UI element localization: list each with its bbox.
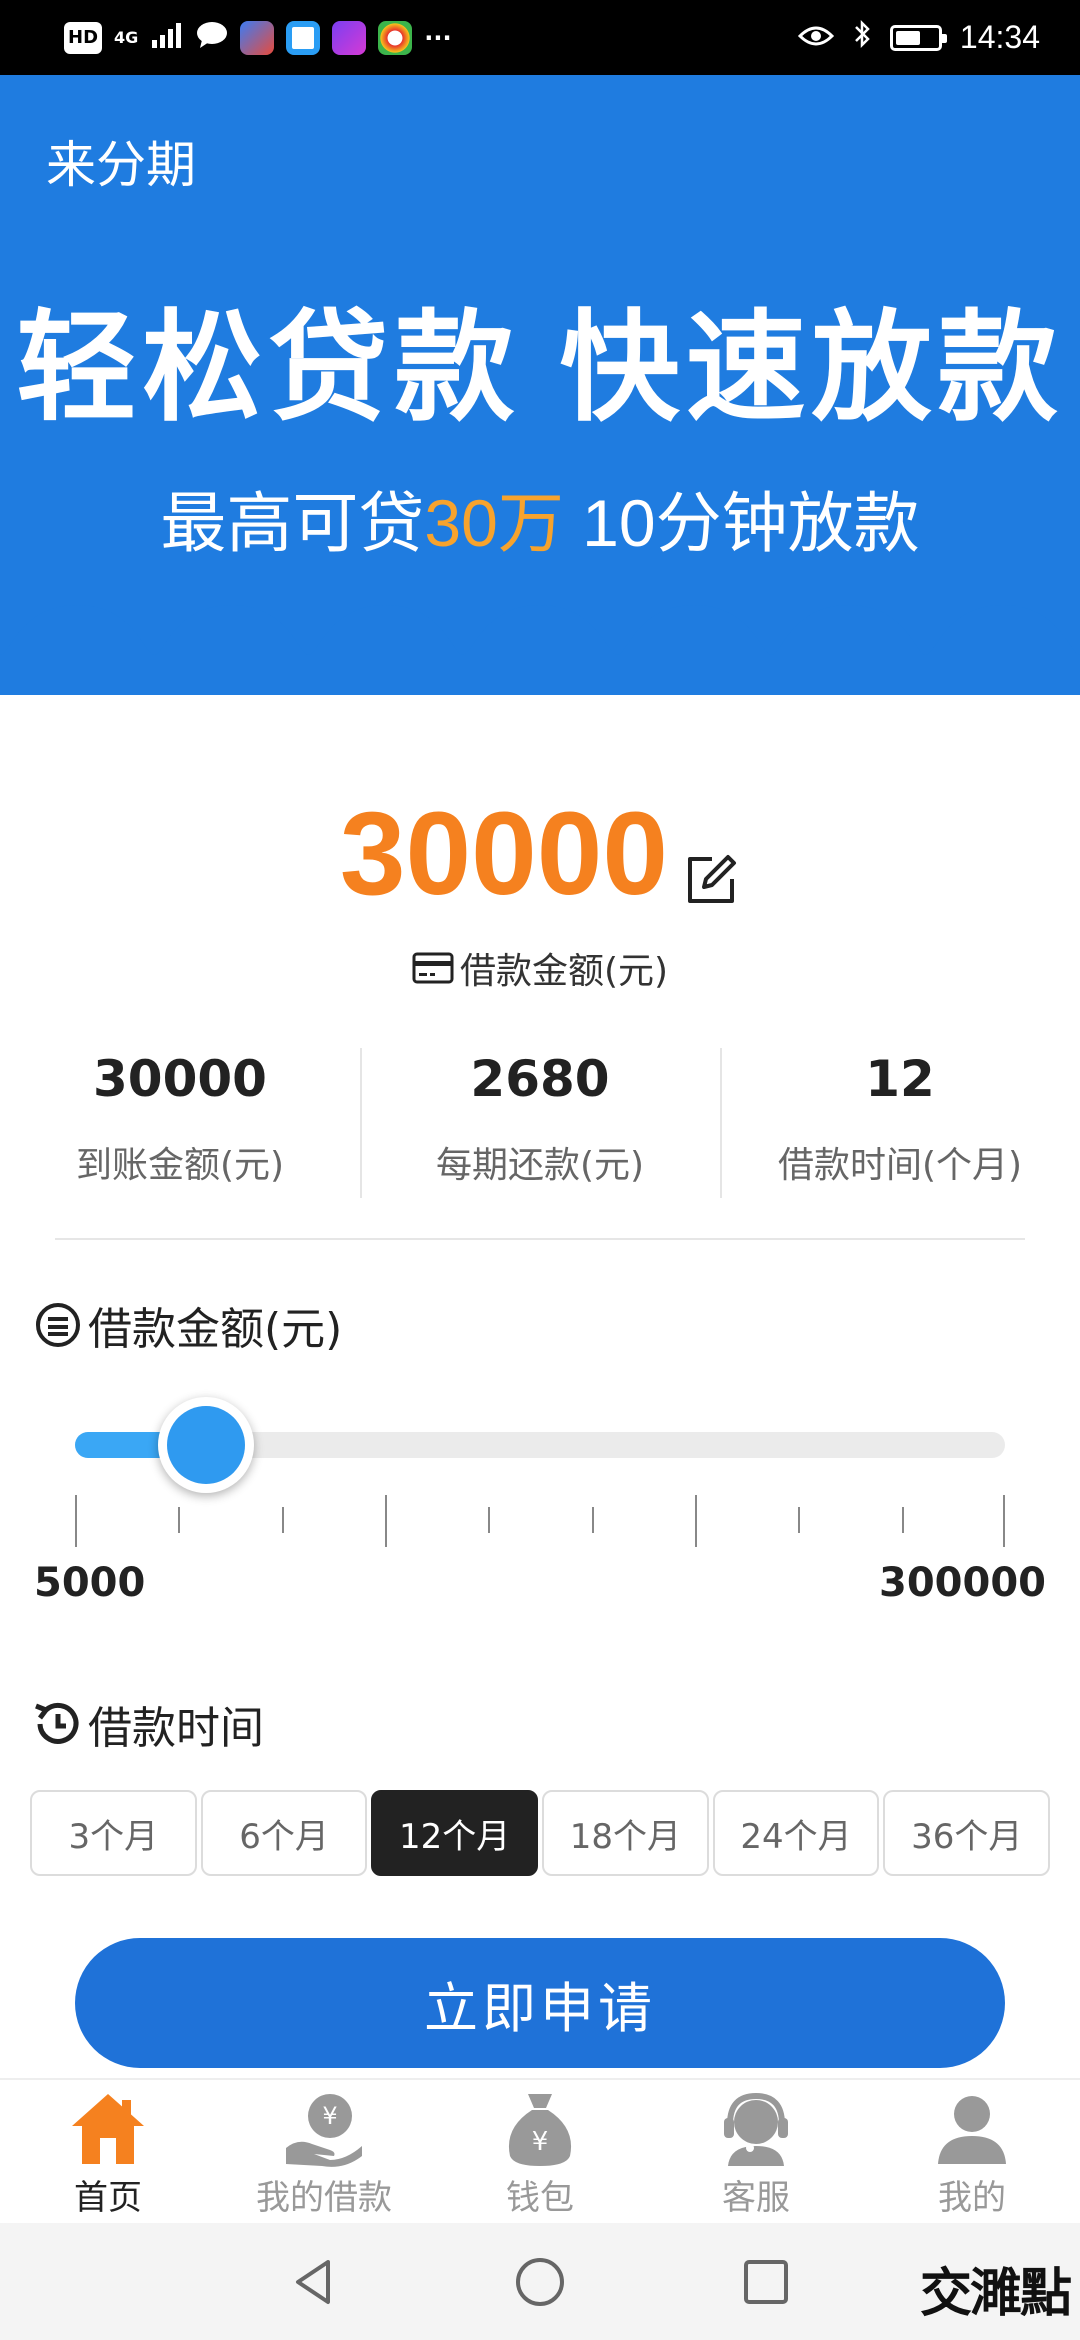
slider-minor-tick <box>281 1507 284 1533</box>
bluetooth-icon <box>852 19 872 57</box>
home-icon <box>72 2094 144 2164</box>
tab-mine[interactable]: 我的 <box>864 2080 1080 2223</box>
banner-wave-edge <box>0 605 1080 655</box>
app-icon-3 <box>332 20 367 55</box>
recents-square-icon[interactable] <box>738 2254 794 2310</box>
network-badge: 4G <box>114 28 139 47</box>
term-option[interactable]: 18个月 <box>542 1790 709 1876</box>
promo-banner: 来分期 轻松贷款 快速放款 最高可贷30万 10分钟放款 <box>0 75 1080 695</box>
app-icon-1 <box>240 20 275 55</box>
svg-text:¥: ¥ <box>532 2127 549 2157</box>
loan-amount-label: 借款金额(元) <box>459 951 669 992</box>
stat-installment: 2680 每期还款(元) <box>360 1040 720 1200</box>
message-icon <box>196 20 228 56</box>
stat-label: 每期还款(元) <box>435 1145 645 1186</box>
status-bar: HD 4G ··· 14:34 <box>0 0 1080 75</box>
slider-min-label: 5000 <box>34 1560 146 1606</box>
slider-major-tick <box>385 1495 387 1547</box>
slider-minor-tick <box>488 1507 491 1533</box>
term-option[interactable]: 12个月 <box>371 1790 539 1876</box>
banner-sub-suffix: 10分钟放款 <box>563 486 920 560</box>
app-screen: HD 4G ··· 14:34 来分期 轻松贷款 快速放款 最高可贷30万 10… <box>0 0 1080 2340</box>
hd-badge: HD <box>64 21 103 54</box>
svg-text:¥: ¥ <box>322 2102 337 2130</box>
stat-label: 到账金额(元) <box>75 1145 285 1186</box>
back-icon[interactable] <box>286 2254 342 2310</box>
banner-sub-highlight: 30万 <box>424 486 564 560</box>
more-notifications-icon: ··· <box>424 23 452 52</box>
tab-home[interactable]: 首页 <box>0 2080 216 2223</box>
money-bag-icon: ¥ <box>508 2094 572 2166</box>
card-icon <box>412 952 454 984</box>
amount-slider-track[interactable] <box>75 1397 1005 1493</box>
banner-headline: 轻松贷款 快速放款 <box>16 301 1064 435</box>
stat-term: 12 借款时间(个月) <box>720 1040 1080 1200</box>
app-icon-4 <box>378 20 413 55</box>
amount-slider-handle[interactable] <box>157 1397 254 1493</box>
term-option[interactable]: 24个月 <box>712 1790 880 1876</box>
stat-received: 30000 到账金额(元) <box>0 1040 360 1200</box>
system-nav-bar <box>0 2223 1080 2340</box>
loan-amount-row: 30000 <box>0 795 1080 913</box>
history-clock-icon <box>35 1702 79 1744</box>
tab-label: 我的借款 <box>256 2178 392 2218</box>
amount-slider-title-text: 借款金额(元) <box>88 1304 343 1355</box>
slider-minor-tick <box>901 1507 904 1533</box>
term-option[interactable]: 3个月 <box>30 1790 197 1876</box>
term-options: 3个月 6个月 12个月 18个月 24个月 36个月 <box>30 1790 1051 1876</box>
tab-my-loans[interactable]: ¥ 我的借款 <box>216 2080 432 2223</box>
apply-now-button[interactable]: 立即申请 <box>75 1938 1005 2068</box>
slider-major-tick <box>75 1495 77 1547</box>
bottom-tab-bar: 首页 ¥ 我的借款 ¥ 钱包 客服 我的 <box>0 2078 1080 2223</box>
customer-service-icon <box>724 2092 788 2166</box>
edit-amount-icon[interactable] <box>682 851 740 909</box>
stat-value: 30000 <box>93 1050 267 1108</box>
tab-customer-service[interactable]: 客服 <box>648 2080 864 2223</box>
loan-amount-caption: 借款金额(元) <box>0 942 1080 994</box>
signal-icon <box>150 22 184 54</box>
battery-icon <box>889 24 947 51</box>
eye-comfort-icon <box>797 19 835 56</box>
divider <box>55 1238 1025 1240</box>
slider-major-tick <box>695 1495 697 1547</box>
slider-major-tick <box>1003 1495 1005 1547</box>
banner-sub-prefix: 最高可贷 <box>160 486 425 560</box>
slider-minor-tick <box>798 1507 801 1533</box>
status-right: 14:34 <box>797 19 1040 57</box>
amount-slider-ticks <box>75 1495 1005 1547</box>
tab-label: 首页 <box>74 2178 142 2218</box>
amount-coin-icon <box>36 1303 80 1347</box>
clock: 14:34 <box>959 19 1040 55</box>
term-option[interactable]: 6个月 <box>200 1790 368 1876</box>
app-icon-2 <box>286 20 321 55</box>
user-icon <box>938 2096 1006 2164</box>
app-brand-title: 来分期 <box>46 137 196 193</box>
term-title: 借款时间 <box>30 1692 264 1756</box>
slider-minor-tick <box>591 1507 594 1533</box>
slider-minor-tick <box>178 1507 181 1533</box>
loan-amount-value: 30000 <box>339 788 669 920</box>
loan-hand-icon: ¥ <box>286 2094 362 2167</box>
stat-value: 2680 <box>470 1050 610 1108</box>
slider-max-label: 300000 <box>879 1560 1046 1606</box>
term-title-text: 借款时间 <box>88 1703 264 1754</box>
loan-stats: 30000 到账金额(元) 2680 每期还款(元) 12 借款时间(个月) <box>0 1040 1080 1200</box>
term-option[interactable]: 36个月 <box>883 1790 1051 1876</box>
home-circle-icon[interactable] <box>512 2254 568 2310</box>
stat-label: 借款时间(个月) <box>777 1145 1023 1186</box>
tab-label: 客服 <box>722 2178 790 2218</box>
tab-wallet[interactable]: ¥ 钱包 <box>432 2080 648 2223</box>
watermark: 交濉點 <box>919 2263 1072 2324</box>
stat-value: 12 <box>865 1050 935 1108</box>
tab-label: 钱包 <box>506 2178 574 2218</box>
tab-label: 我的 <box>938 2178 1006 2218</box>
status-left: HD 4G ··· <box>64 20 452 56</box>
banner-subline: 最高可贷30万 10分钟放款 <box>0 470 1080 566</box>
amount-slider-title: 借款金额(元) <box>30 1293 342 1357</box>
